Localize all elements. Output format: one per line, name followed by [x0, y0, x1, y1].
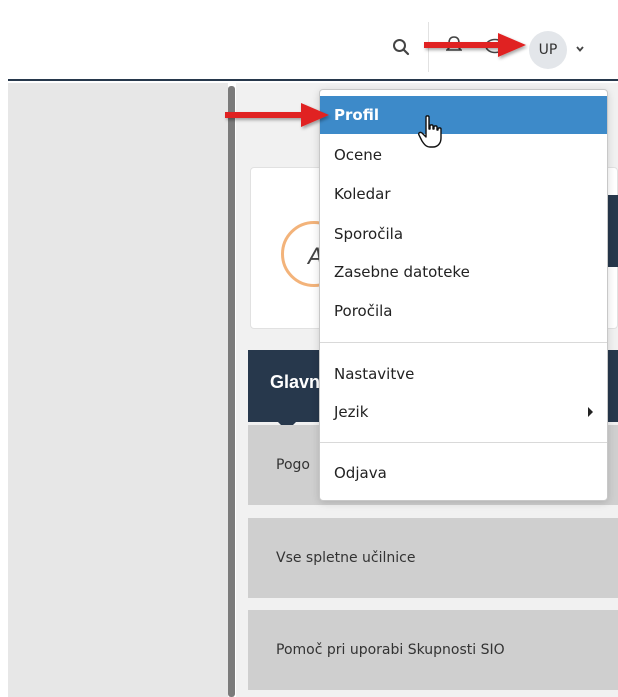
menu-item-sporocila-label: Sporočila [334, 225, 404, 243]
avatar[interactable]: UP [529, 31, 567, 69]
menu-item-jezik[interactable]: Jezik [320, 393, 607, 431]
menu-divider [320, 342, 607, 343]
nav-row-1-label: Pogo [276, 457, 310, 473]
menu-item-profil[interactable]: Profil [320, 96, 607, 134]
menu-item-porocila-label: Poročila [334, 302, 393, 320]
submenu-arrow-icon [588, 407, 593, 417]
menu-item-nastavitve-label: Nastavitve [334, 365, 415, 383]
menu-item-ocene[interactable]: Ocene [320, 136, 607, 174]
user-menu-dropdown: Profil Ocene Koledar Sporočila Zasebne d… [319, 89, 608, 501]
nav-row-all-courses[interactable]: Vse spletne učilnice [248, 518, 618, 598]
menu-item-ocene-label: Ocene [334, 146, 383, 164]
drawer-scrollbar[interactable] [228, 86, 235, 697]
hand-cursor-icon [418, 115, 442, 148]
menu-item-odjava-label: Odjava [334, 464, 387, 482]
avatar-initials: UP [538, 42, 558, 58]
menu-item-sporocila[interactable]: Sporočila [320, 215, 607, 253]
nav-row-help[interactable]: Pomoč pri uporabi Skupnosti SIO [248, 610, 618, 690]
menu-divider [320, 442, 607, 443]
chevron-down-icon[interactable] [575, 44, 585, 54]
annotation-arrow-left [225, 103, 329, 127]
menu-item-zasebne-datoteke-label: Zasebne datoteke [334, 263, 470, 281]
menu-item-odjava[interactable]: Odjava [320, 454, 607, 492]
annotation-arrow-top [424, 33, 526, 57]
menu-item-nastavitve[interactable]: Nastavitve [320, 355, 607, 393]
menu-item-koledar-label: Koledar [334, 185, 391, 203]
menu-item-porocila[interactable]: Poročila [320, 292, 607, 330]
menu-item-jezik-label: Jezik [334, 403, 369, 421]
left-drawer [8, 83, 228, 697]
main-nav-title: Glavn [270, 372, 321, 392]
menu-item-koledar[interactable]: Koledar [320, 175, 607, 213]
nav-row-all-courses-label: Vse spletne učilnice [276, 550, 416, 566]
menu-item-zasebne-datoteke[interactable]: Zasebne datoteke [320, 253, 607, 291]
menu-item-profil-label: Profil [334, 106, 379, 124]
search-icon[interactable] [392, 38, 410, 56]
nav-row-help-label: Pomoč pri uporabi Skupnosti SIO [276, 642, 505, 658]
